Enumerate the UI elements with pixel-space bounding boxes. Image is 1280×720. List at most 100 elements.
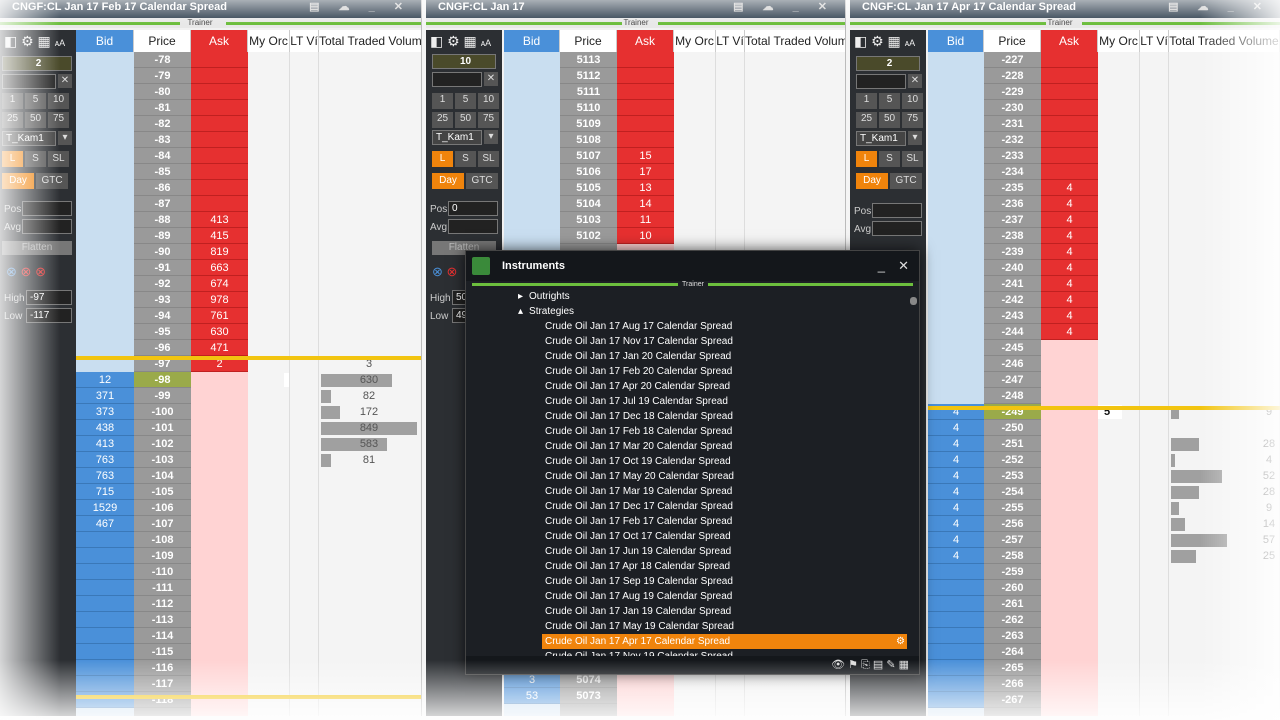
ask-cell[interactable]: 4	[1041, 244, 1098, 260]
ask-cell[interactable]: 4	[1041, 196, 1098, 212]
ask-cell[interactable]: 17	[617, 164, 674, 180]
instrument-item[interactable]: Crude Oil Jan 17 May 20 Calendar Spread	[542, 469, 907, 484]
clear-icon[interactable]: ✕	[908, 74, 922, 88]
qty-button[interactable]: 75	[48, 112, 69, 128]
ask-cell[interactable]	[1041, 100, 1098, 116]
qty-button[interactable]: 25	[856, 112, 877, 128]
bid-cell[interactable]	[76, 676, 134, 692]
bid-cell[interactable]	[928, 660, 984, 676]
clear-icon[interactable]: ✕	[58, 74, 72, 88]
bid-cell[interactable]	[928, 676, 984, 692]
instrument-item[interactable]: Crude Oil Jan 17 Apr 20 Calendar Spread	[542, 379, 907, 394]
ask-cell[interactable]	[191, 132, 248, 148]
ask-cell[interactable]: 978	[191, 292, 248, 308]
bid-cell[interactable]: 438	[76, 420, 134, 436]
tif-button[interactable]: GTC	[890, 173, 922, 189]
ask-header[interactable]: Ask	[191, 30, 248, 52]
qty-button[interactable]: 50	[455, 112, 476, 128]
bid-cell[interactable]: 371	[76, 388, 134, 404]
minimize-icon[interactable]: _	[878, 259, 885, 273]
instrument-item[interactable]: Crude Oil Jan 17 Mar 20 Calendar Spread	[542, 439, 907, 454]
qty-button[interactable]: 50	[25, 112, 46, 128]
instrument-item[interactable]: Crude Oil Jan 17 Feb 20 Calendar Spread	[542, 364, 907, 379]
ask-cell[interactable]	[191, 164, 248, 180]
bid-cell[interactable]	[76, 564, 134, 580]
ask-cell[interactable]: 4	[1041, 260, 1098, 276]
ask-cell[interactable]	[617, 100, 674, 116]
ask-cell[interactable]: 10	[617, 228, 674, 244]
ask-cell[interactable]: 13	[617, 180, 674, 196]
bid-cell[interactable]	[928, 644, 984, 660]
close-icon[interactable]: ✕	[898, 259, 909, 273]
instrument-item[interactable]: Crude Oil Jan 17 Mar 19 Calendar Spread	[542, 484, 907, 499]
total-volume-header[interactable]: Total Traded Volume	[319, 30, 421, 52]
cancel-icons[interactable]: ⊗ ⊗ ⊗	[6, 264, 46, 280]
bid-cell[interactable]	[76, 580, 134, 596]
instrument-item[interactable]: Crude Oil Jan 17 Oct 17 Calendar Spread	[542, 529, 907, 544]
bid-cell[interactable]: 763	[76, 468, 134, 484]
myorders-header[interactable]: My Orc	[1098, 30, 1140, 52]
instrument-item[interactable]: Crude Oil Jan 17 Sep 19 Calendar Spread	[542, 574, 907, 589]
title-bar[interactable]: CNGF:CL Jan 17 ▤ ☁ _ ✕	[426, 0, 845, 18]
ask-cell[interactable]	[1041, 164, 1098, 180]
ltv-header[interactable]: LT Ví	[290, 30, 319, 52]
clear-icon[interactable]: ✕	[484, 72, 498, 86]
ask-header[interactable]: Ask	[617, 30, 674, 52]
ask-cell[interactable]	[1041, 132, 1098, 148]
tree-node-strategies[interactable]: ▴ Strategies	[466, 304, 907, 319]
bid-cell[interactable]: 4	[928, 548, 984, 564]
ask-cell[interactable]: 663	[191, 260, 248, 276]
qty-button[interactable]: 50	[879, 112, 900, 128]
ask-cell[interactable]	[617, 116, 674, 132]
instrument-item[interactable]: Crude Oil Jan 17 Jan 20 Calendar Spread	[542, 349, 907, 364]
order-type-button[interactable]: S	[455, 151, 476, 167]
tif-button[interactable]: Day	[2, 173, 34, 189]
my-orders-column[interactable]: 1	[248, 52, 290, 716]
account-select[interactable]: T_Kam1	[432, 130, 482, 145]
bid-column[interactable]: 4444444444	[928, 52, 984, 716]
bid-cell[interactable]	[76, 532, 134, 548]
quantity-field[interactable]: 10	[432, 54, 496, 69]
title-bar[interactable]: CNGF:CL Jan 17 Apr 17 Calendar Spread ▤ ☁…	[850, 0, 1280, 18]
bid-header[interactable]: Bid	[928, 30, 984, 52]
title-bar[interactable]: CNGF:CL Jan 17 Feb 17 Calendar Spread ▤ ☁…	[0, 0, 421, 18]
instrument-item[interactable]: Crude Oil Jan 17 Aug 19 Calendar Spread	[542, 589, 907, 604]
instrument-item[interactable]: Crude Oil Jan 17 Aug 17 Calendar Spread	[542, 319, 907, 334]
ask-cell[interactable]: 471	[191, 340, 248, 356]
order-type-button[interactable]: L	[856, 151, 877, 167]
bid-cell[interactable]: 4	[928, 468, 984, 484]
price-field[interactable]	[856, 74, 906, 89]
ask-cell[interactable]	[191, 180, 248, 196]
ask-column[interactable]: 413 415 819 663 674 978 761 630 471 2	[191, 52, 248, 716]
bid-cell[interactable]: 4	[928, 420, 984, 436]
ask-column[interactable]: 4444444444	[1041, 52, 1098, 716]
expand-icon[interactable]: ▸	[518, 291, 523, 302]
qty-button[interactable]: 1	[432, 93, 453, 109]
chevron-down-icon[interactable]: ▾	[484, 130, 498, 144]
total-volume-header[interactable]: Total Traded Volume	[1169, 30, 1280, 52]
ask-cell[interactable]	[617, 52, 674, 68]
bid-cell[interactable]: 373	[76, 404, 134, 420]
bid-cell[interactable]: 12	[76, 372, 134, 388]
flatten-button[interactable]: Flatten	[2, 241, 72, 255]
ask-cell[interactable]	[617, 84, 674, 100]
bid-header[interactable]: Bid	[76, 30, 134, 52]
qty-button[interactable]: 75	[902, 112, 923, 128]
window-controls-icon[interactable]: ▤ ☁ _ ✕	[733, 0, 835, 14]
ask-cell[interactable]: 819	[191, 244, 248, 260]
bid-cell[interactable]	[76, 660, 134, 676]
instrument-item[interactable]: Crude Oil Jan 17 Nov 17 Calendar Spread	[542, 334, 907, 349]
instrument-tree[interactable]: ▸ Outrights ▴ Strategies Crude Oil Jan 17 …	[466, 289, 907, 661]
window-controls-icon[interactable]: ▤ ☁ _ ✕	[309, 0, 411, 14]
order-type-button[interactable]: SL	[478, 151, 499, 167]
qty-button[interactable]: 5	[879, 93, 900, 109]
myorders-header[interactable]: My Orc	[248, 30, 290, 52]
ask-cell[interactable]	[191, 52, 248, 68]
bid-cell[interactable]: 4	[928, 516, 984, 532]
window-controls-icon[interactable]: ▤ ☁ _ ✕	[1168, 0, 1270, 14]
total-volume-header[interactable]: Total Traded Volume	[745, 30, 845, 52]
bid-cell[interactable]: 4	[928, 452, 984, 468]
quantity-field[interactable]: 2	[856, 56, 920, 71]
price-header[interactable]: Price	[984, 30, 1041, 52]
qty-button[interactable]: 10	[902, 93, 923, 109]
